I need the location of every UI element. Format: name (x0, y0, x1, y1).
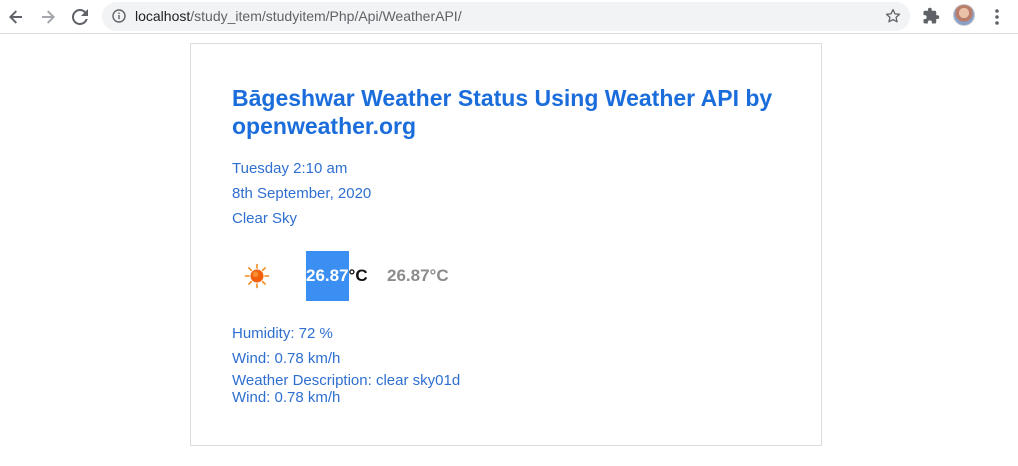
forward-button[interactable] (36, 5, 60, 29)
back-arrow-icon (9, 10, 22, 24)
forward-arrow-icon (42, 10, 55, 24)
weather-condition: Clear Sky (232, 210, 298, 227)
date: 8th September, 2020 (232, 185, 372, 202)
day-time: Tuesday 2:10 am (232, 160, 348, 177)
url-path: /study_item/studyitem/Php/Api/WeatherAPI… (190, 8, 462, 24)
max-temperature-value: 26.87 (306, 251, 349, 301)
address-bar[interactable]: localhost/study_item/studyitem/Php/Api/W… (102, 2, 910, 31)
extensions-puzzle-icon[interactable] (922, 7, 940, 25)
max-temperature-unit: °C (348, 266, 368, 285)
url-host: localhost (135, 8, 191, 24)
weather-description: Weather Description: clear sky01d (232, 372, 461, 389)
wind-speed-repeat: Wind: 0.78 km/h (232, 389, 341, 406)
back-button[interactable] (4, 5, 28, 29)
max-temperature: 26.87 °C (306, 251, 368, 301)
humidity: Humidity: 72 % (232, 325, 333, 342)
reload-button[interactable] (68, 5, 92, 29)
browser-toolbar: localhost/study_item/studyitem/Php/Api/W… (0, 0, 1018, 34)
wind-speed: Wind: 0.78 km/h (232, 350, 341, 367)
profile-avatar[interactable] (953, 4, 975, 26)
weather-card: Bāgeshwar Weather Status Using Weather A… (190, 43, 822, 446)
min-temperature: 26.87°C (387, 266, 449, 285)
bookmark-star-icon[interactable] (884, 7, 902, 25)
reload-icon (72, 9, 88, 25)
more-menu-icon[interactable] (988, 7, 1006, 27)
sun-icon (244, 263, 270, 289)
page-title: Bāgeshwar Weather Status Using Weather A… (232, 85, 773, 139)
temperature-row: 26.87 °C 26.87°C (232, 251, 792, 301)
info-icon[interactable] (112, 9, 126, 23)
url-text[interactable]: localhost/study_item/studyitem/Php/Api/W… (135, 8, 462, 24)
